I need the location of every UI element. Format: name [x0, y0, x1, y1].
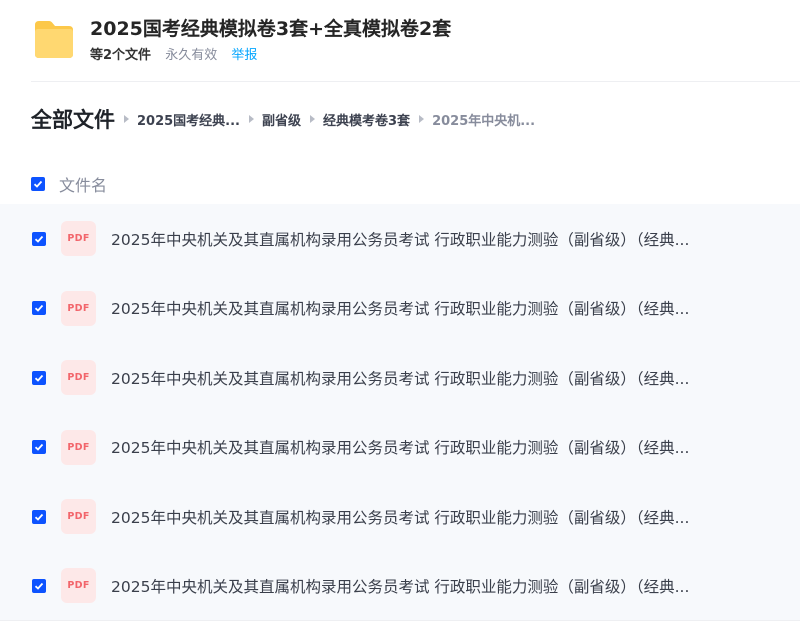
file-name[interactable]: 2025年中央机关及其直属机构录用公务员考试 行政职业能力测验（副省级）（经典.…: [111, 575, 756, 597]
row-checkbox[interactable]: [32, 509, 46, 524]
file-name[interactable]: 2025年中央机关及其直属机构录用公务员考试 行政职业能力测验（副省级）（经典.…: [111, 297, 756, 319]
breadcrumb-root[interactable]: 全部文件: [31, 104, 115, 134]
file-row[interactable]: PDF 2025年中央机关及其直属机构录用公务员考试 行政职业能力测验（副省级）…: [0, 412, 800, 482]
file-list: PDF 2025年中央机关及其直属机构录用公务员考试 行政职业能力测验（副省级）…: [0, 204, 800, 621]
check-icon: [34, 235, 44, 243]
breadcrumb-current: 2025年中央机...: [432, 113, 536, 129]
breadcrumb-separator-icon: [419, 115, 425, 123]
row-checkbox[interactable]: [32, 301, 46, 316]
check-icon: [34, 444, 44, 452]
breadcrumb-item[interactable]: 副省级: [262, 110, 301, 129]
file-type-label: PDF: [67, 302, 90, 314]
check-icon: [33, 180, 43, 188]
pdf-file-icon: PDF: [61, 568, 96, 604]
row-checkbox[interactable]: [32, 578, 46, 593]
pdf-file-icon: PDF: [61, 360, 96, 396]
breadcrumb: 全部文件 2025国考经典... 副省级 经典模考卷3套 2025年中央机...: [31, 104, 535, 134]
breadcrumb-item[interactable]: 经典模考卷3套: [323, 110, 410, 129]
file-row[interactable]: PDF 2025年中央机关及其直属机构录用公务员考试 行政职业能力测验（副省级）…: [0, 551, 800, 621]
breadcrumb-item[interactable]: 2025国考经典...: [137, 110, 240, 129]
select-all-checkbox[interactable]: [31, 177, 45, 191]
file-type-label: PDF: [67, 580, 90, 592]
pdf-file-icon: PDF: [61, 499, 96, 535]
breadcrumb-separator-icon: [249, 115, 254, 123]
row-checkbox[interactable]: [32, 231, 46, 246]
divider: [31, 81, 800, 82]
file-name[interactable]: 2025年中央机关及其直属机构录用公务员考试 行政职业能力测验（副省级）（经典.…: [111, 506, 756, 528]
file-type-label: PDF: [67, 441, 90, 453]
expiry-text: 永久有效: [165, 48, 218, 63]
share-title: 2025国考经典模拟卷3套+全真模拟卷2套: [90, 18, 452, 40]
row-checkbox[interactable]: [32, 370, 46, 385]
pdf-file-icon: PDF: [61, 290, 96, 326]
folder-icon: [35, 21, 73, 58]
breadcrumb-separator-icon: [310, 115, 316, 123]
file-type-label: PDF: [67, 511, 90, 523]
file-name[interactable]: 2025年中央机关及其直属机构录用公务员考试 行政职业能力测验（副省级）（经典.…: [111, 367, 756, 389]
report-link[interactable]: 举报: [231, 48, 257, 63]
file-row[interactable]: PDF 2025年中央机关及其直属机构录用公务员考试 行政职业能力测验（副省级）…: [0, 482, 800, 552]
file-type-label: PDF: [67, 233, 90, 245]
share-header: 2025国考经典模拟卷3套+全真模拟卷2套 等2个文件 永久有效 举报: [31, 14, 791, 64]
file-name[interactable]: 2025年中央机关及其直属机构录用公务员考试 行政职业能力测验（副省级）（经典.…: [111, 436, 756, 458]
row-checkbox[interactable]: [32, 440, 46, 455]
file-row[interactable]: PDF 2025年中央机关及其直属机构录用公务员考试 行政职业能力测验（副省级）…: [0, 343, 800, 413]
share-meta: 等2个文件 永久有效 举报: [90, 44, 257, 63]
list-header: 文件名: [31, 170, 107, 198]
check-icon: [34, 305, 44, 313]
check-icon: [34, 374, 44, 382]
pdf-file-icon: PDF: [61, 221, 96, 257]
file-name[interactable]: 2025年中央机关及其直属机构录用公务员考试 行政职业能力测验（副省级）（经典.…: [111, 228, 756, 250]
pdf-file-icon: PDF: [61, 429, 96, 465]
file-count: 等2个文件: [90, 48, 152, 63]
column-header-filename[interactable]: 文件名: [59, 172, 107, 196]
file-row[interactable]: PDF 2025年中央机关及其直属机构录用公务员考试 行政职业能力测验（副省级）…: [0, 204, 800, 274]
breadcrumb-separator-icon: [124, 115, 129, 123]
check-icon: [34, 513, 44, 521]
check-icon: [34, 582, 44, 590]
file-type-label: PDF: [67, 372, 90, 384]
file-row[interactable]: PDF 2025年中央机关及其直属机构录用公务员考试 行政职业能力测验（副省级）…: [0, 273, 800, 343]
